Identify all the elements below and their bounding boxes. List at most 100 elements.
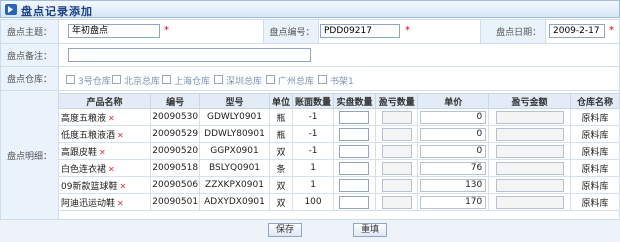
title-bar: 盘点记录添加 (0, 0, 620, 18)
model-cell: BSLYQ0901 (199, 159, 270, 177)
detail-label: 盘点明细： (0, 90, 59, 221)
column-header: 盈亏金额 (488, 93, 571, 109)
diff-amount-input (495, 161, 564, 175)
code-cell: 20090530 (150, 108, 201, 126)
arrow-icon (5, 4, 17, 15)
warehouse-option-label: 广州总库 (278, 77, 315, 87)
model-cell: GDWLY0901 (199, 108, 270, 126)
warehouse-option[interactable]: 北京总库 (112, 74, 162, 87)
diff-qty-cell (375, 125, 419, 143)
price-input[interactable]: 0 (420, 110, 487, 124)
code-cell: 20090529 (150, 125, 201, 143)
diff-qty-input (381, 178, 412, 192)
unit-cell: 双 (268, 176, 294, 194)
actual-qty-input[interactable] (339, 161, 370, 175)
warehouse-option-label: 上海仓库 (174, 77, 211, 87)
unit-cell: 双 (268, 193, 294, 211)
model-cell: ZZXKPX0901 (199, 176, 270, 194)
detail-table: 产品名称 编号 型号 单位 账面数量 实盘数量 盈亏数量 单价 盈亏金额 仓库名… (57, 93, 620, 211)
subject-label: 盘点主题： (0, 19, 59, 44)
book-qty-cell: -1 (292, 142, 334, 160)
unit-cell: 双 (268, 142, 294, 160)
warehouse-option-label: 北京总库 (124, 77, 161, 87)
date-label: 盘点日期： (480, 19, 547, 44)
warehouse-option[interactable]: 上海仓库 (162, 74, 214, 87)
diff-amount-input (495, 195, 564, 209)
model-cell: DDWLY80901 (199, 125, 270, 143)
checkbox[interactable] (66, 75, 75, 84)
save-button[interactable]: 保存 (268, 223, 302, 237)
price-input[interactable]: 0 (420, 127, 487, 141)
diff-amount-cell (488, 142, 571, 160)
price-input[interactable]: 0 (420, 144, 487, 158)
product-name: 高度五粮液 (61, 113, 107, 124)
product-name: 阿迪迅运动鞋 (61, 198, 116, 209)
product-name-cell: 阿迪迅运动鞋 ✕ (57, 193, 152, 211)
book-qty-cell: 1 (292, 176, 334, 194)
diff-qty-cell (375, 108, 419, 126)
warehouse-option[interactable]: 书架1 (318, 74, 358, 87)
warehouse-option[interactable]: 深圳总库 (214, 74, 266, 87)
price-input[interactable]: 170 (420, 195, 487, 209)
code-cell: 20090520 (150, 142, 201, 160)
remove-row-icon[interactable]: ✕ (117, 199, 124, 208)
actual-qty-input[interactable] (339, 195, 370, 209)
checkbox[interactable] (214, 75, 223, 84)
product-name-cell: 白色连衣裙 ✕ (57, 159, 152, 177)
product-name-cell: 高跟皮鞋 ✕ (57, 142, 152, 160)
code-cell: 20090518 (150, 159, 201, 177)
column-header: 实盘数量 (332, 93, 377, 109)
price-input[interactable]: 76 (420, 161, 487, 175)
number-label: 盘点编号： (262, 19, 320, 44)
actual-qty-input[interactable] (339, 144, 370, 158)
price-cell: 0 (417, 108, 490, 126)
diff-amount-cell (488, 125, 571, 143)
diff-amount-input (495, 110, 564, 124)
warehouse-option[interactable]: 3号仓库 (66, 74, 112, 87)
date-required-mark: * (609, 25, 614, 36)
diff-amount-cell (488, 176, 571, 194)
number-input[interactable]: PDD09217 (320, 24, 400, 38)
price-cell: 130 (417, 176, 490, 194)
column-header: 单价 (417, 93, 490, 109)
subject-input[interactable]: 年初盘点 (68, 24, 160, 38)
product-name: 高跟皮鞋 (61, 147, 98, 158)
diff-qty-input (381, 127, 412, 141)
diff-qty-input (381, 195, 412, 209)
reset-button[interactable]: 重填 (353, 223, 387, 237)
warehouse-name-cell: 原料库 (569, 125, 620, 143)
actual-qty-input[interactable] (339, 110, 370, 124)
date-input[interactable]: 2009-2-17 (549, 24, 605, 38)
actual-qty-input[interactable] (339, 178, 370, 192)
unit-cell: 瓶 (268, 125, 294, 143)
actual-qty-cell (332, 142, 377, 160)
actual-qty-input[interactable] (339, 127, 370, 141)
warehouse-option[interactable]: 广州总库 (266, 74, 318, 87)
actual-qty-cell (332, 159, 377, 177)
diff-qty-input (381, 110, 412, 124)
price-input[interactable]: 130 (420, 178, 487, 192)
remove-row-icon[interactable]: ✕ (99, 148, 106, 157)
remove-row-icon[interactable]: ✕ (108, 165, 115, 174)
warehouse-name-cell: 原料库 (569, 159, 620, 177)
checkbox[interactable] (112, 75, 121, 84)
product-name-cell: 09新款篮球鞋 ✕ (57, 176, 152, 194)
model-cell: ADXYDX0901 (199, 193, 270, 211)
remove-row-icon[interactable]: ✕ (117, 131, 124, 140)
checkbox[interactable] (318, 75, 327, 84)
checkbox[interactable] (266, 75, 275, 84)
actual-qty-cell (332, 108, 377, 126)
actual-qty-cell (332, 125, 377, 143)
column-header: 产品名称 (57, 93, 152, 109)
warehouse-name-cell: 原料库 (569, 176, 620, 194)
product-name: 白色连衣裙 (61, 164, 107, 175)
remove-row-icon[interactable]: ✕ (119, 182, 126, 191)
product-name-cell: 高度五粮液 ✕ (57, 108, 152, 126)
warehouse-option-label: 3号仓库 (78, 77, 111, 87)
remove-row-icon[interactable]: ✕ (108, 114, 115, 123)
checkbox[interactable] (162, 75, 171, 84)
remark-input[interactable] (68, 48, 311, 62)
model-cell: GGPX0901 (199, 142, 270, 160)
table-row: 白色连衣裙 ✕ 20090518 BSLYQ0901 条 1 76 原料库 (57, 159, 620, 177)
actual-qty-cell (332, 193, 377, 211)
